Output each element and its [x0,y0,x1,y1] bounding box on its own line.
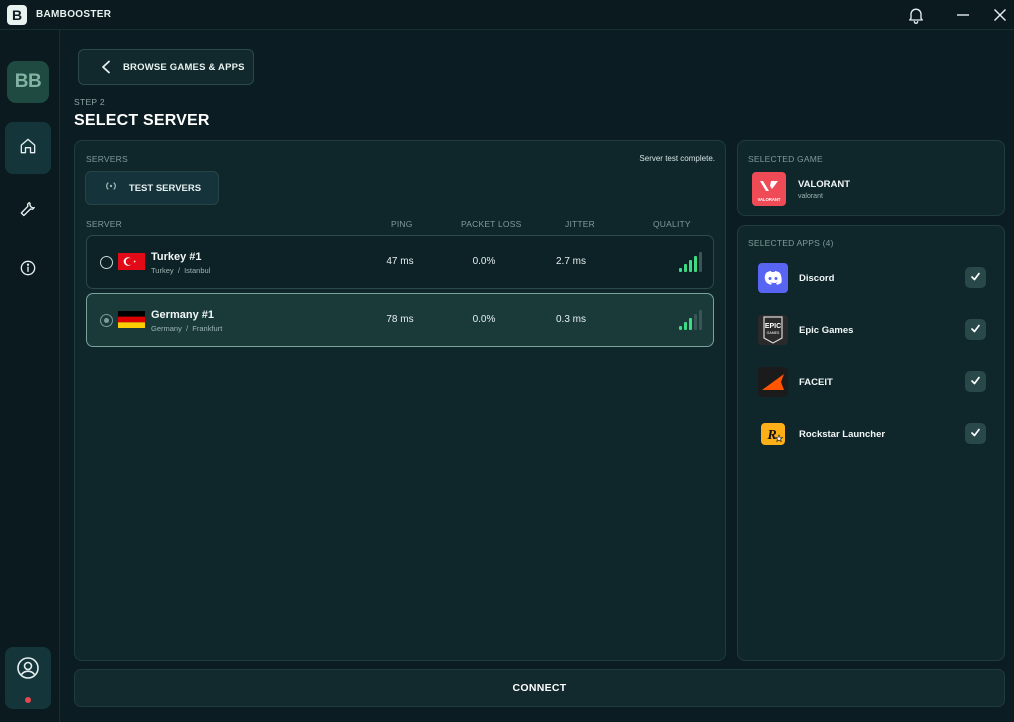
selected-apps-label: SELECTED APPS (4) [748,238,834,248]
app-item-faceit[interactable]: FACEIT [758,367,988,397]
home-icon [18,136,38,161]
bell-icon[interactable] [905,4,927,26]
column-header-jitter: JITTER [565,219,596,229]
title-bar: B BAMBOOSTER [0,0,1014,30]
column-header-packet-loss: PACKET LOSS [461,219,522,229]
info-icon [18,258,38,283]
server-radio[interactable] [100,314,113,327]
rockstar-icon: R [758,419,788,449]
server-location: Germany / Frankfurt [151,324,223,333]
app-checkbox[interactable] [965,423,986,444]
sidebar-logo: BB [7,61,49,103]
signal-quality-icon [679,252,703,272]
sidebar-item-tools[interactable] [5,184,51,236]
server-name: Germany #1 [151,309,214,321]
server-radio[interactable] [100,256,113,269]
minimize-icon[interactable] [952,4,974,26]
game-subtitle: valorant [798,193,823,200]
check-icon [970,321,981,339]
servers-section-label: SERVERS [86,154,128,164]
selected-apps-panel: SELECTED APPS (4) Discord EPIC GAMES Epic… [737,225,1005,661]
app-logo: B [7,5,27,25]
app-name: Discord [799,273,835,284]
app-item-discord[interactable]: Discord [758,263,988,293]
check-icon [970,373,981,391]
sidebar-item-home[interactable] [5,122,51,174]
app-checkbox[interactable] [965,319,986,340]
test-servers-button[interactable]: TEST SERVERS [85,171,219,205]
server-jitter: 0.3 ms [555,314,586,325]
app-checkbox[interactable] [965,267,986,288]
epic-games-icon: EPIC GAMES [758,315,788,345]
server-packet-loss: 0.0% [472,314,496,325]
profile-button[interactable] [5,647,51,709]
test-servers-label: TEST SERVERS [128,182,202,194]
germany-flag-icon [118,311,145,329]
svg-text:GAMES: GAMES [767,331,780,335]
servers-panel: SERVERS Server test complete. TEST SERVE… [74,140,726,661]
svg-text:EPIC: EPIC [765,323,781,330]
sidebar: BB [0,30,60,722]
turkey-flag-icon [118,253,145,270]
game-name: VALORANT [798,179,851,190]
app-item-rockstar-launcher[interactable]: R Rockstar Launcher [758,419,988,449]
svg-text:R: R [766,428,776,443]
connect-label: CONNECT [512,682,567,694]
selected-game-panel: SELECTED GAME VALORANT VALORANT valorant [737,140,1005,216]
app-title: BAMBOOSTER [36,9,112,20]
column-header-quality: QUALITY [653,219,691,229]
selected-game-label: SELECTED GAME [748,154,823,164]
page-title: SELECT SERVER [74,112,210,129]
column-header-ping: PING [391,219,413,229]
chevron-left-icon [101,60,111,74]
server-location: Turkey / Istanbul [151,266,211,275]
check-icon [970,269,981,287]
app-name: Rockstar Launcher [799,429,886,440]
user-icon [16,656,40,685]
server-row-germany[interactable]: Germany #1 Germany / Frankfurt 78 ms 0.0… [86,293,714,347]
step-label: STEP 2 [74,97,105,107]
check-icon [970,425,981,443]
close-icon[interactable] [989,4,1011,26]
signal-quality-icon [679,310,703,330]
server-jitter: 2.7 ms [555,256,586,267]
app-name: FACEIT [799,377,833,388]
app-checkbox[interactable] [965,371,986,392]
discord-icon [758,263,788,293]
server-name: Turkey #1 [151,251,202,263]
server-ping: 47 ms [386,256,414,267]
column-header-server: SERVER [86,219,123,229]
server-row-turkey[interactable]: Turkey #1 Turkey / Istanbul 47 ms 0.0% 2… [86,235,714,289]
connect-button[interactable]: CONNECT [74,669,1005,707]
svg-text:VALORANT: VALORANT [758,197,781,202]
valorant-icon: VALORANT [752,172,786,206]
status-dot [25,697,31,703]
server-ping: 78 ms [386,314,414,325]
faceit-icon [758,367,788,397]
back-button-label: BROWSE GAMES & APPS [123,61,245,73]
app-item-epic-games[interactable]: EPIC GAMES Epic Games [758,315,988,345]
server-test-status: Server test complete. [639,154,715,163]
server-packet-loss: 0.0% [472,256,496,267]
browse-back-button[interactable]: BROWSE GAMES & APPS [78,49,254,85]
app-name: Epic Games [799,325,854,336]
wrench-icon [18,198,38,223]
broadcast-icon [103,179,119,197]
sidebar-item-info[interactable] [5,244,51,296]
